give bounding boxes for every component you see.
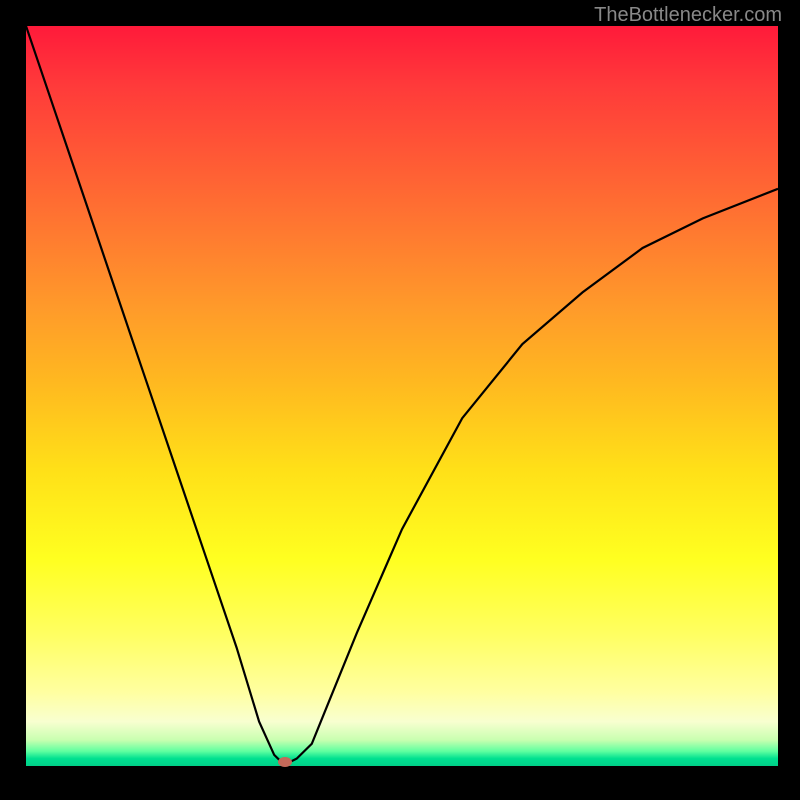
chart-plot-area [26, 26, 778, 766]
watermark-text: TheBottlenecker.com [594, 4, 782, 27]
optimal-point-marker [278, 757, 292, 767]
bottleneck-curve [26, 26, 778, 766]
